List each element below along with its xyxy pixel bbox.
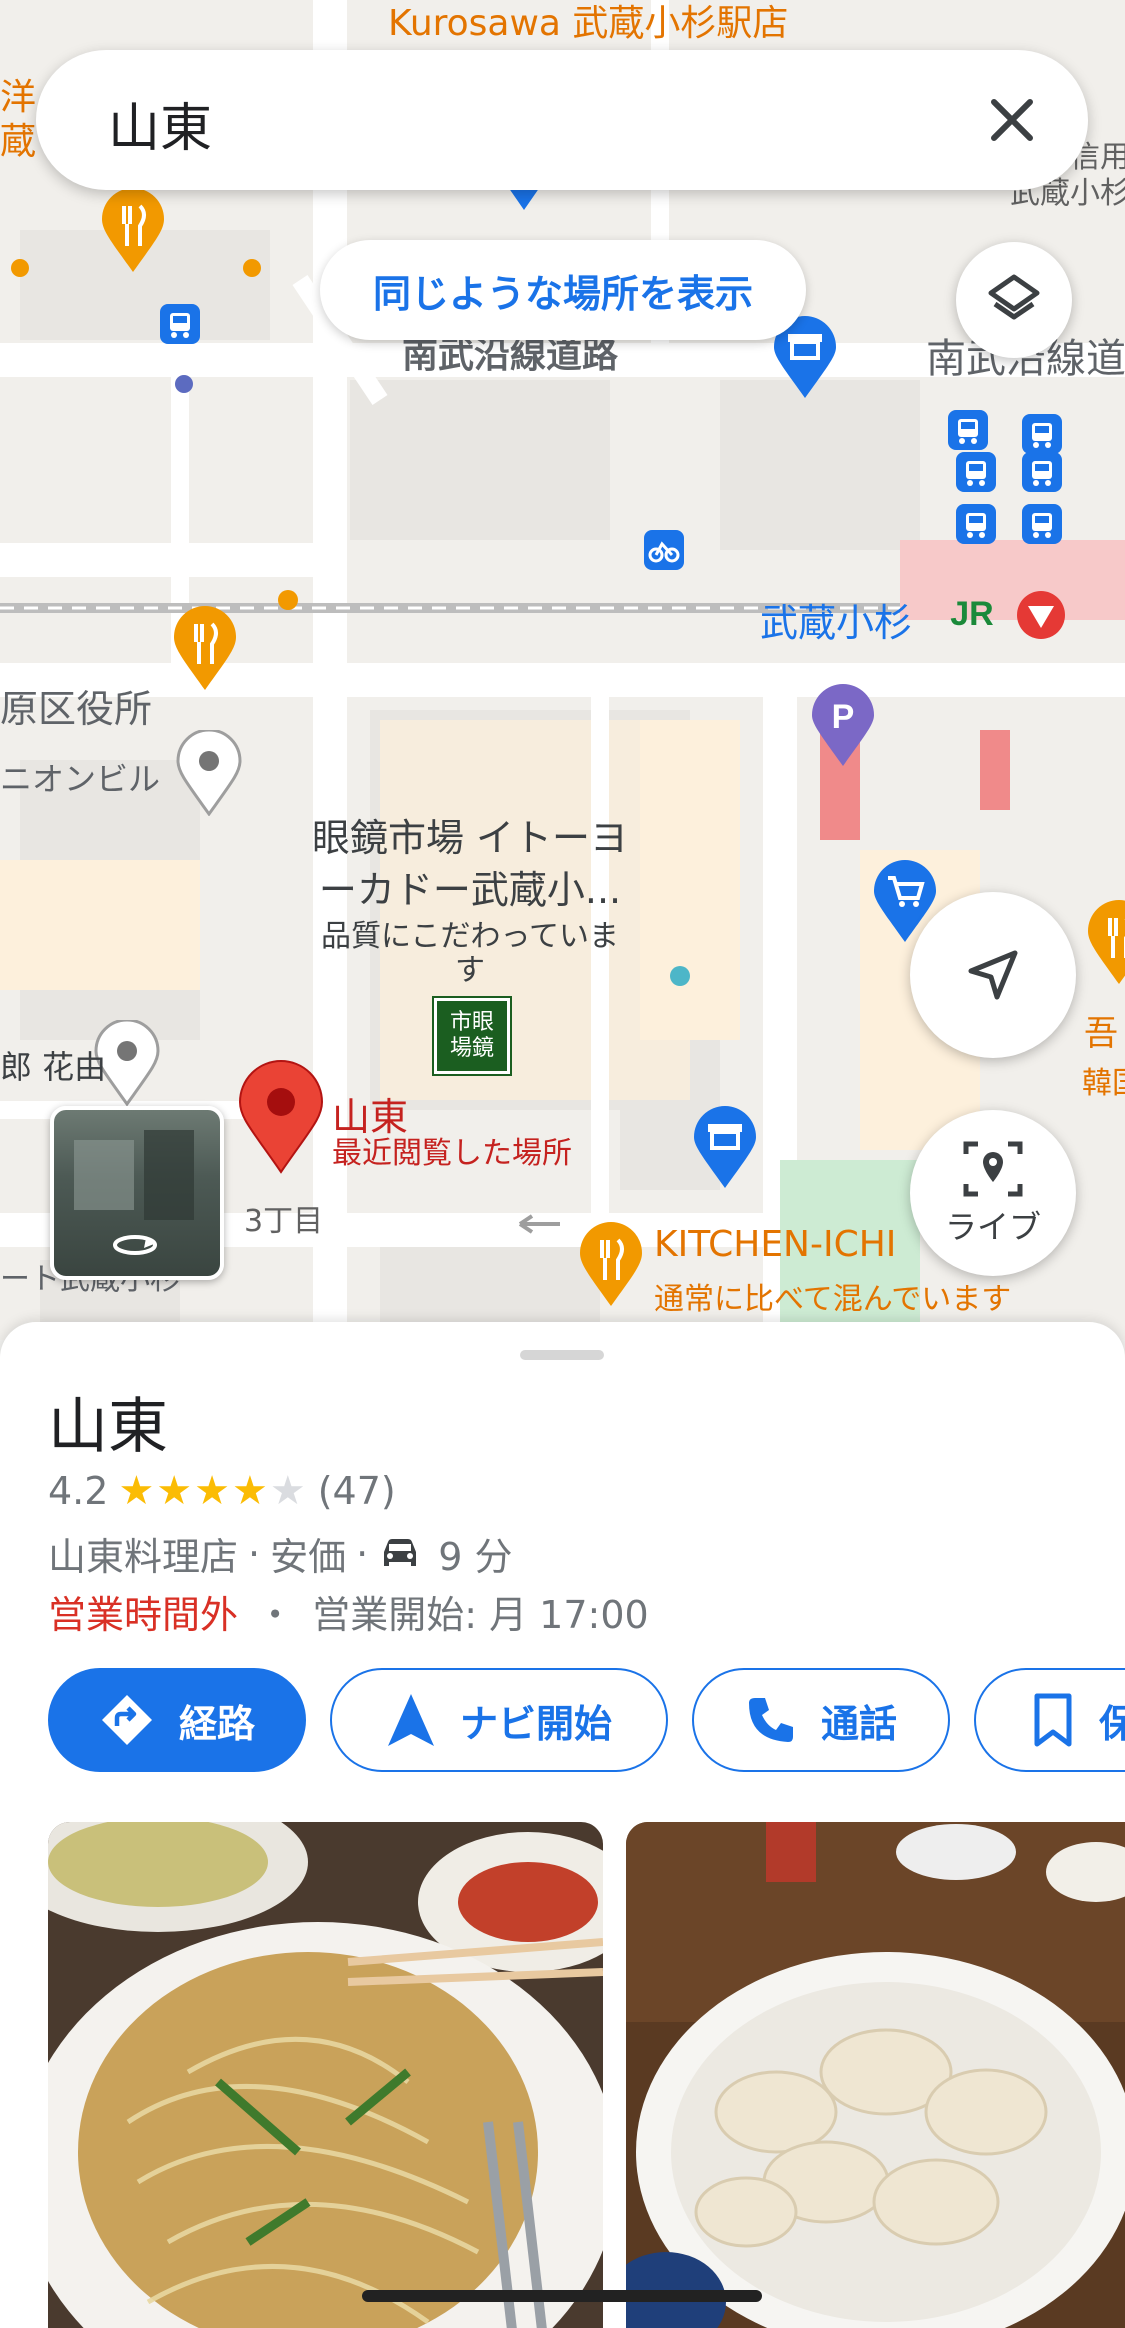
place-photo[interactable] — [48, 1822, 603, 2328]
transit-station-marker-icon[interactable] — [692, 1106, 758, 1190]
restaurant-marker-icon[interactable] — [1086, 900, 1125, 986]
bookmark-icon — [1034, 1693, 1072, 1747]
info-row: 山東料理店 · 安価 · 9 分 — [48, 1526, 512, 1581]
hours-row[interactable]: 営業時間外 ・ 営業開始: 月 17:00 — [48, 1584, 649, 1639]
map-label-left-1: 洋 — [0, 77, 37, 118]
map-label-station: 武蔵小杉 — [760, 601, 913, 645]
search-bar[interactable]: 山東 — [36, 50, 1088, 190]
call-label: 通話 — [820, 1701, 897, 1746]
restaurant-marker-icon[interactable] — [578, 1222, 644, 1308]
map-label-megane-sub2: す — [455, 953, 485, 988]
map-label-megane-sub1: 品質にこだわっていま — [321, 919, 619, 954]
bike-share-icon[interactable] — [644, 530, 684, 570]
place-photo[interactable] — [626, 1822, 1125, 2328]
save-button[interactable]: 保 — [974, 1668, 1125, 1772]
map-label-building: ニオンビル — [0, 760, 161, 798]
bus-stop-icon[interactable] — [948, 410, 988, 450]
search-input[interactable]: 山東 — [108, 86, 212, 161]
meganeichiba-logo-icon[interactable]: 市眼場鏡 — [434, 998, 510, 1074]
home-indicator[interactable] — [362, 2290, 762, 2302]
selected-place-pin-icon[interactable] — [238, 1060, 324, 1174]
map-label-megane-line2: ーカドー武蔵小... — [318, 868, 622, 912]
close-search-button[interactable] — [972, 80, 1052, 160]
map-label-hanada: 郎 花由 — [0, 1048, 107, 1086]
phone-icon — [748, 1698, 793, 1742]
bus-stop-icon[interactable] — [956, 452, 996, 492]
directions-icon — [101, 1695, 152, 1745]
jr-logo-icon: JR — [950, 594, 994, 633]
map-label-left-edge: 洋蔵 — [0, 76, 36, 164]
open-status: 営業時間外 — [48, 1593, 239, 1637]
place-details-sheet[interactable]: 山東 4.2 ★★★★★ (47) 山東料理店 · 安価 · 9 分 営業時間外… — [0, 1322, 1125, 2328]
show-similar-places-button[interactable]: 同じような場所を表示 — [320, 240, 806, 340]
navigation-icon — [387, 1694, 434, 1746]
close-icon — [991, 99, 1033, 141]
review-count: (47) — [317, 1469, 396, 1513]
food-photo-dumplings — [626, 1822, 1125, 2328]
map-label-pin-sub: 最近閲覧した場所 — [332, 1136, 572, 1171]
bus-stop-icon[interactable] — [1022, 414, 1062, 454]
directions-button[interactable]: 経路 — [48, 1668, 306, 1772]
map-label-store: Kurosawa 武蔵小杉駅店 — [388, 3, 789, 44]
place-marker-grey-icon[interactable] — [176, 730, 242, 816]
parking-marker-icon[interactable]: P — [810, 684, 876, 768]
directions-label: 経路 — [178, 1701, 255, 1746]
map-label-right-kan: 韓国 — [1082, 1066, 1125, 1101]
street-view-thumbnail[interactable] — [50, 1106, 224, 1280]
food-photo-noodles — [48, 1822, 603, 2328]
opening-time: 営業開始: 月 17:00 — [312, 1593, 649, 1637]
place-title: 山東 — [48, 1392, 168, 1462]
category: 山東料理店 — [48, 1535, 239, 1579]
map-label-megane-sub: 品質にこだわっていま す — [300, 920, 640, 988]
rating-row[interactable]: 4.2 ★★★★★ (47) — [48, 1468, 396, 1514]
map-label-left-2: 蔵 — [0, 121, 37, 162]
map-view[interactable]: P JR 市眼場鏡 Kurosawa 武蔵小杉駅店 洋蔵 信用 武蔵小杉 南武沿線… — [0, 0, 1125, 1340]
drag-handle[interactable] — [520, 1350, 604, 1360]
map-label-kitchen-sub: 通常に比べて混んでいます — [654, 1282, 1012, 1317]
map-label-ward-office: 原区役所 — [0, 687, 153, 731]
rating-value: 4.2 — [48, 1469, 109, 1513]
layers-icon — [988, 274, 1040, 320]
start-navigation-label: ナビ開始 — [459, 1701, 612, 1746]
layers-button[interactable] — [956, 242, 1072, 358]
bus-stop-icon[interactable] — [160, 304, 200, 344]
save-label: 保 — [1098, 1701, 1125, 1746]
map-label-meganeichiba: 眼鏡市場 イトーヨ ーカドー武蔵小... — [300, 812, 640, 916]
car-icon — [384, 1538, 417, 1566]
parking-label: P — [832, 698, 855, 736]
price-level: 安価 — [270, 1535, 347, 1579]
action-buttons-row: 経路 ナビ開始 通話 保 — [48, 1668, 1125, 1776]
separator-dot: · — [356, 1531, 369, 1576]
my-location-button[interactable] — [910, 892, 1076, 1058]
navigation-arrow-icon — [968, 950, 1018, 1000]
map-label-block: 3丁目 — [244, 1204, 324, 1239]
tokyu-logo-icon — [1017, 591, 1065, 639]
live-view-label: ライブ — [944, 1208, 1041, 1246]
hours-separator: ・ — [256, 1593, 295, 1637]
bus-stop-icon[interactable] — [1022, 452, 1062, 492]
bus-stop-icon[interactable] — [1022, 504, 1062, 544]
start-navigation-button[interactable]: ナビ開始 — [330, 1668, 668, 1772]
call-button[interactable]: 通話 — [692, 1668, 950, 1772]
rating-stars-icon: ★★★★★ — [118, 1468, 308, 1514]
map-label-kitchen: KITCHEN-ICHI — [654, 1224, 897, 1265]
live-view-button[interactable]: ライブ — [910, 1110, 1076, 1276]
drive-time: 9 分 — [438, 1535, 513, 1579]
map-label-right-go: 吾 — [1084, 1014, 1118, 1054]
separator-dot: · — [248, 1531, 261, 1576]
rotate-360-icon — [113, 1235, 157, 1255]
bus-stop-icon[interactable] — [956, 504, 996, 544]
restaurant-marker-icon[interactable] — [100, 188, 166, 274]
map-label-megane-line1: 眼鏡市場 イトーヨ — [311, 816, 629, 860]
meganeichiba-logo-text: 市眼場鏡 — [449, 1010, 494, 1061]
live-view-icon — [963, 1141, 1023, 1197]
restaurant-marker-icon[interactable] — [172, 606, 238, 692]
